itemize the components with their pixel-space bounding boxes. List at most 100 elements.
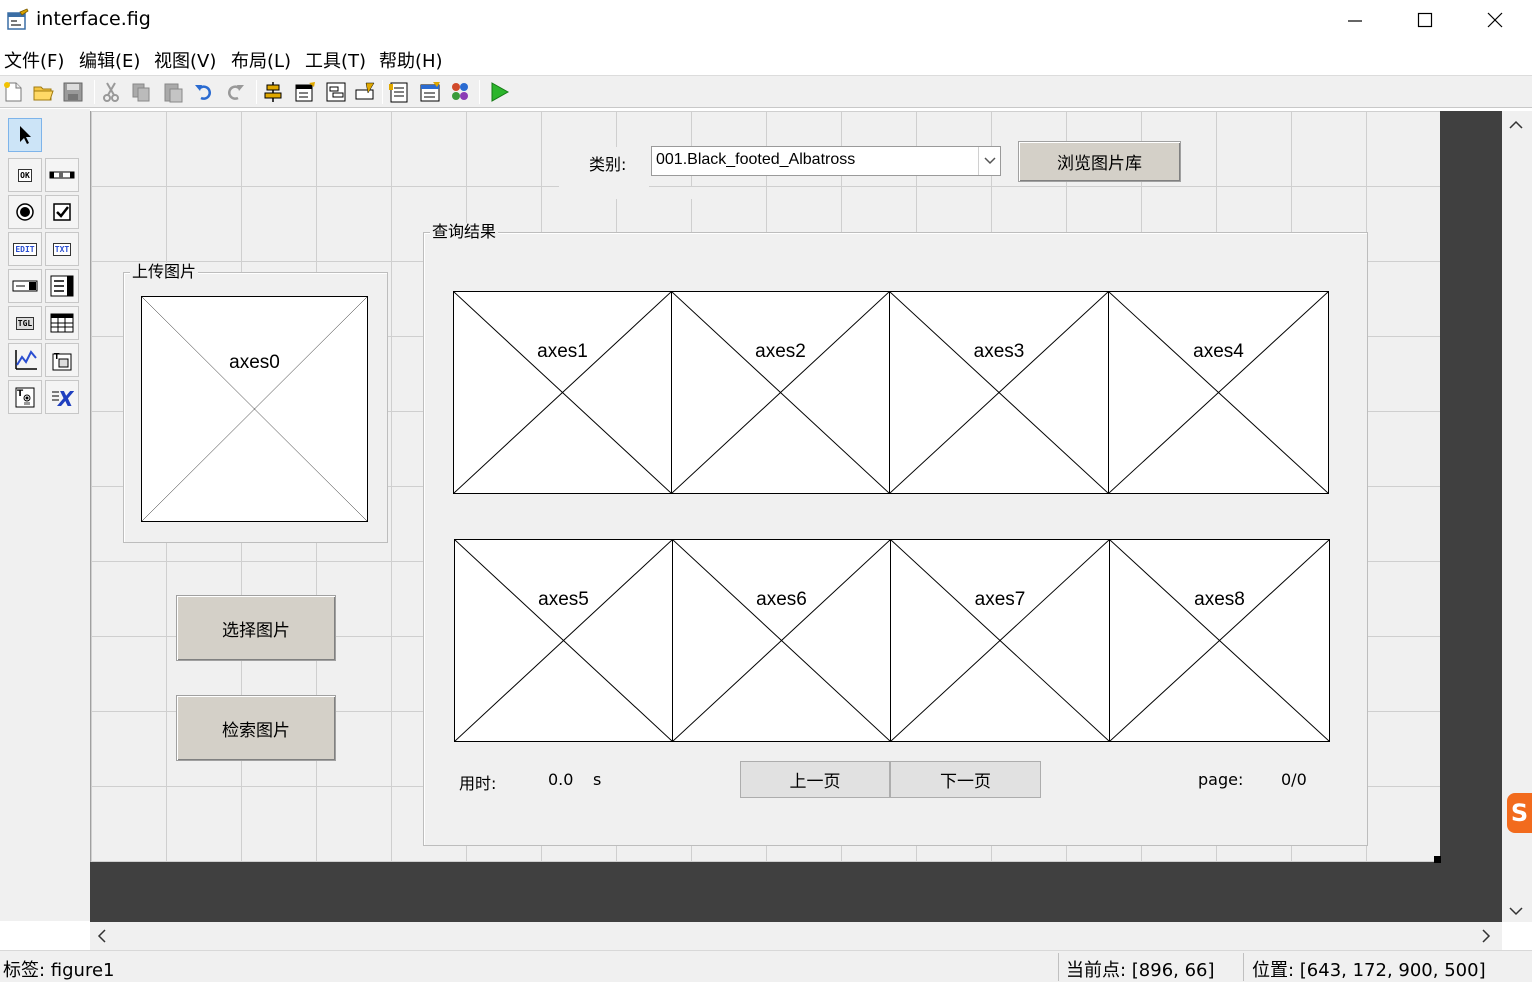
open-button[interactable] [30, 79, 56, 105]
tab-order-button[interactable] [323, 79, 349, 105]
copy-icon [132, 83, 150, 102]
menu-tools[interactable]: 工具(T) [305, 47, 366, 73]
results-panel: 查询结果 axes1 axes2 axes3 axes4 axes5 axes6 [423, 223, 1368, 846]
menu-editor-button[interactable] [292, 79, 318, 105]
toolbar-editor-icon [355, 82, 375, 100]
horizontal-scrollbar[interactable] [90, 922, 1502, 950]
static-text-icon: TXT [52, 242, 72, 256]
maximize-button[interactable] [1390, 0, 1460, 40]
redo-button[interactable] [222, 79, 248, 105]
slider-tool[interactable] [45, 158, 79, 192]
check-box-tool[interactable] [45, 195, 79, 229]
popup-menu-icon [12, 280, 38, 292]
axes4-label: axes4 [1193, 341, 1244, 362]
scroll-up-icon[interactable] [1508, 115, 1524, 136]
object-browser-button[interactable] [447, 79, 473, 105]
axes0-label: axes0 [229, 352, 280, 373]
axes2-label: axes2 [755, 341, 806, 362]
scroll-down-icon[interactable] [1508, 901, 1524, 922]
axes6[interactable]: axes6 [672, 539, 891, 742]
svg-text:T: T [17, 389, 24, 399]
listbox-tool[interactable] [45, 269, 79, 303]
axes-placeholder-cross-icon [673, 540, 890, 741]
menu-help[interactable]: 帮助(H) [379, 47, 443, 73]
edit-text-tool[interactable]: EDIT [8, 232, 42, 266]
next-page-button[interactable]: 下一页 [890, 761, 1041, 798]
ime-sogou-icon[interactable]: S [1507, 793, 1532, 833]
push-button-tool[interactable]: OK [8, 158, 42, 192]
cut-icon [103, 82, 119, 102]
figure-resize-handle[interactable] [1434, 856, 1441, 863]
minimize-icon [1348, 20, 1362, 22]
menu-file[interactable]: 文件(F) [4, 47, 64, 73]
upload-panel-title: 上传图片 [130, 262, 199, 281]
run-figure-button[interactable] [486, 79, 512, 105]
axes-placeholder-cross-icon [142, 297, 367, 521]
prev-page-button[interactable]: 上一页 [740, 761, 890, 798]
status-current-point: 当前点: [896, 66] [1066, 960, 1215, 981]
axes4[interactable]: axes4 [1108, 291, 1329, 494]
toolbar-separator [256, 80, 257, 104]
toolbar-separator [382, 80, 383, 104]
panel-tool[interactable]: T [45, 343, 79, 377]
axes8-label: axes8 [1194, 589, 1245, 610]
axes-placeholder-cross-icon [1110, 540, 1329, 741]
radio-button-tool[interactable] [8, 195, 42, 229]
toolbar-editor-button[interactable] [352, 79, 378, 105]
table-tool[interactable] [45, 306, 79, 340]
toolbar [0, 75, 1532, 108]
listbox-icon [50, 275, 74, 297]
axes7[interactable]: axes7 [890, 539, 1110, 742]
copy-button[interactable] [128, 79, 154, 105]
paste-button[interactable] [160, 79, 186, 105]
push-button-icon: OK [18, 168, 32, 182]
save-button[interactable] [60, 79, 86, 105]
button-group-tool[interactable]: T [8, 380, 42, 414]
close-button[interactable] [1460, 0, 1530, 40]
figure-design-area[interactable]: 类别: 001.Black_footed_Albatross 浏览图片库 上传图… [90, 111, 1440, 862]
axes-placeholder-cross-icon [1109, 292, 1328, 493]
property-inspector-icon [420, 82, 440, 102]
undo-button[interactable] [191, 79, 217, 105]
new-file-button[interactable] [0, 79, 26, 105]
axes7-label: axes7 [974, 589, 1026, 610]
axes0[interactable]: axes0 [141, 296, 368, 522]
menu-view[interactable]: 视图(V) [154, 47, 216, 73]
axes2[interactable]: axes2 [671, 291, 890, 494]
align-objects-button[interactable] [260, 79, 286, 105]
axes5-label: axes5 [538, 589, 589, 610]
axes-placeholder-cross-icon [455, 540, 672, 741]
axes-plot-icon [15, 350, 37, 370]
editor-button[interactable] [386, 79, 412, 105]
scroll-left-icon[interactable] [96, 928, 108, 949]
axes-tool[interactable] [8, 343, 42, 377]
scroll-right-icon[interactable] [1480, 928, 1492, 949]
select-tool[interactable] [8, 118, 42, 152]
popup-menu-tool[interactable] [8, 269, 42, 303]
browse-gallery-button[interactable]: 浏览图片库 [1018, 141, 1181, 182]
static-text-tool[interactable]: TXT [45, 232, 79, 266]
redo-icon [228, 85, 244, 100]
property-inspector-button[interactable] [417, 79, 443, 105]
axes-placeholder-cross-icon [454, 292, 671, 493]
time-label: 用时: [459, 770, 497, 794]
toggle-button-icon: TGL [15, 316, 35, 330]
axes3[interactable]: axes3 [889, 291, 1109, 494]
menu-layout[interactable]: 布局(L) [231, 47, 291, 73]
axes5[interactable]: axes5 [454, 539, 673, 742]
search-image-button[interactable]: 检索图片 [176, 695, 336, 761]
axes1[interactable]: axes1 [453, 291, 672, 494]
activex-icon: X [52, 387, 74, 408]
select-image-button[interactable]: 选择图片 [176, 595, 336, 661]
axes1-label: axes1 [537, 341, 588, 362]
category-label: 类别: [559, 147, 649, 187]
toggle-button-tool[interactable]: TGL [8, 306, 42, 340]
activex-control-tool[interactable]: X [45, 380, 79, 414]
menu-edit[interactable]: 编辑(E) [79, 47, 140, 73]
axes8[interactable]: axes8 [1109, 539, 1330, 742]
category-popup-menu[interactable]: 001.Black_footed_Albatross [651, 146, 1001, 176]
cut-button[interactable] [98, 79, 124, 105]
radio-button-icon [16, 203, 34, 221]
tab-order-icon [326, 82, 346, 102]
minimize-button[interactable] [1320, 0, 1390, 40]
